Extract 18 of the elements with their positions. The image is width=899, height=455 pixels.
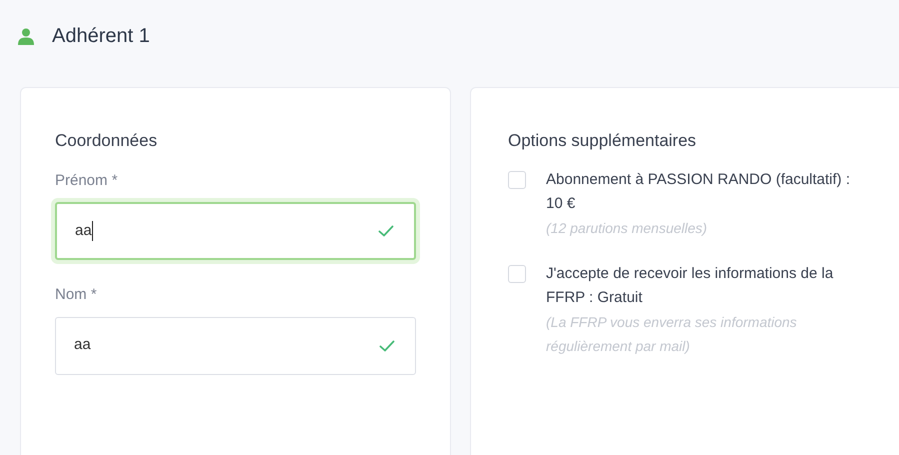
section-title: Adhérent 1 [52, 24, 150, 49]
option-label: J'accepte de recevoir les informations de la FFRP : Gratuit [546, 264, 834, 308]
user-icon [18, 28, 34, 44]
field-label: Prénom * [55, 170, 119, 190]
option-note: (12 parutions mensuelles) [546, 218, 708, 238]
input-field[interactable]: aa [55, 316, 416, 374]
card-title: Coordonnées [55, 130, 158, 152]
field-label: Nom * [55, 285, 98, 305]
field-value: aa [75, 220, 92, 241]
checkmark-icon [378, 225, 394, 237]
field-value: aa [74, 335, 91, 356]
checkbox[interactable] [508, 170, 526, 188]
checkbox[interactable] [508, 264, 526, 282]
checkmark-icon [379, 340, 395, 352]
option-note: (La FFRP vous enverra ses informations régulièrement par mail) [546, 312, 798, 356]
card-title: Options supplémentaires [508, 130, 698, 152]
option-label: Abonnement à PASSION RANDO (facultatif) : 10 € [546, 170, 852, 214]
text-cursor [92, 221, 93, 241]
